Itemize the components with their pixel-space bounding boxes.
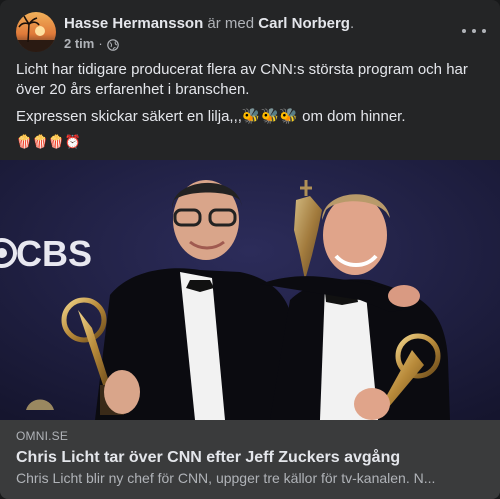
link-description: Chris Licht blir ny chef för CNN, uppger… <box>16 470 436 486</box>
link-preview[interactable]: OMNI.SE Chris Licht tar över CNN efter J… <box>0 420 500 499</box>
bee-emojis: 🐝🐝🐝 <box>241 108 298 125</box>
post-author-line: Hasse Hermansson är med Carl Norberg. <box>64 14 354 33</box>
link-title[interactable]: Chris Licht tar över CNN efter Jeff Zuck… <box>16 447 484 468</box>
post-text-line2: Expressen skickar säkert en lilja,,,🐝🐝🐝 … <box>16 108 406 125</box>
post-header: Hasse Hermansson är med Carl Norberg. 2 … <box>16 12 484 56</box>
tagged-name[interactable]: Carl Norberg <box>258 15 350 32</box>
post-text: Licht har tidigare producerat flera av C… <box>16 60 484 150</box>
link-domain: OMNI.SE <box>16 429 69 443</box>
backdrop-logo: CBS <box>16 233 92 274</box>
post-photo[interactable]: CBS <box>0 160 500 420</box>
emoji-row: 🍿🍿🍿⏰ <box>16 134 81 149</box>
author-name[interactable]: Hasse Hermansson <box>64 15 203 32</box>
more-options-icon[interactable] <box>462 22 486 40</box>
post-text-line1: Licht har tidigare producerat flera av C… <box>16 61 468 98</box>
avatar[interactable] <box>16 12 56 52</box>
post-card: Hasse Hermansson är med Carl Norberg. 2 … <box>0 0 500 499</box>
period: . <box>349 15 355 32</box>
separator-dot: · <box>98 36 103 51</box>
globe-icon <box>106 38 119 51</box>
with-text: är med <box>203 15 259 32</box>
post-timestamp[interactable]: 2 tim <box>64 35 94 53</box>
